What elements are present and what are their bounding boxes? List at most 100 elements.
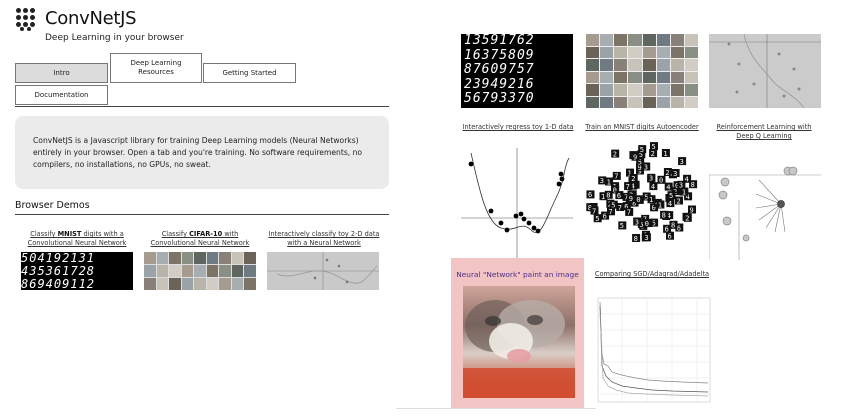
toy2d-thumbnail[interactable]: [267, 252, 379, 290]
cifar-tile: [642, 46, 656, 58]
reinforcement-learning-plot[interactable]: [709, 150, 821, 260]
cifar-tile: [600, 34, 614, 46]
painting-demo-link[interactable]: Neural "Network" paint an image: [451, 270, 584, 279]
cifar-tile: [670, 46, 684, 58]
cifar-tile: [642, 34, 656, 46]
cifar-tile: [684, 71, 698, 83]
cifar-tile: [231, 265, 244, 277]
tab-getting-started[interactable]: Getting Started: [203, 63, 296, 83]
demo-gallery: 13591762 16375809 87609757 23949216 5679…: [396, 0, 844, 418]
demo-link-cifar10[interactable]: Classify CIFAR-10 with Convolutional Neu…: [140, 230, 260, 248]
digit-glyph: 3: [600, 177, 604, 185]
cifar-tile: [586, 59, 600, 71]
cifar-tile: [614, 71, 628, 83]
cifar-tile: [614, 84, 628, 96]
demo-link-compare-optimizers[interactable]: Comparing SGD/Adagrad/Adadelta: [592, 270, 712, 279]
cifar-tile: [231, 252, 244, 264]
digit-glyph: 2: [685, 215, 689, 223]
cifar-tile: [169, 252, 181, 264]
tab-documentation[interactable]: Documentation: [15, 85, 108, 105]
cifar-gallery-thumbnail[interactable]: [586, 34, 698, 108]
cifar-tile: [656, 46, 670, 58]
cifar-tile: [628, 59, 642, 71]
cifar-tile: [244, 265, 256, 277]
digit-glyph: 5: [640, 146, 644, 154]
cifar-tile: [628, 46, 642, 58]
cifar-tile: [656, 59, 670, 71]
intro-text: ConvNetJS is a Javascript library for tr…: [33, 136, 363, 169]
cifar-tile: [642, 96, 656, 108]
cifar-thumbnail[interactable]: [144, 252, 256, 290]
convnetjs-logo-icon: [16, 8, 40, 32]
digit-glyph: 7: [627, 209, 631, 217]
digit-glyph: 2: [631, 175, 635, 183]
digit-glyph: 5: [620, 222, 624, 230]
toy2d-gallery-plot: [709, 34, 821, 108]
digit-glyph: 0: [645, 220, 649, 228]
cifar-tile: [600, 59, 614, 71]
regression-plot[interactable]: [461, 148, 573, 258]
cifar-tile: [656, 84, 670, 96]
digit-glyph: 3: [679, 182, 683, 190]
cifar-tile: [586, 46, 600, 58]
digit-glyph: 2: [677, 197, 681, 205]
tab-label: Getting Started: [222, 68, 277, 77]
painting-demo-card[interactable]: Neural "Network" paint an image: [451, 258, 584, 408]
cifar-tile: [244, 252, 256, 264]
tab-intro[interactable]: Intro: [15, 63, 108, 83]
demo-link-reinforcement-learning[interactable]: Reinforcement Learning with Deep Q Learn…: [708, 123, 820, 141]
digit-glyph: 3: [649, 175, 653, 183]
digit-glyph: 1: [663, 150, 667, 158]
cifar-tile: [231, 278, 244, 290]
cifar-tile: [144, 252, 156, 264]
digit-row: 13591762: [464, 34, 535, 48]
mnist-thumbnail[interactable]: 504192131 435361728 869409112: [21, 252, 133, 290]
digit-glyph: 2: [613, 150, 617, 158]
cifar-tile: [156, 265, 169, 277]
cifar-tile: [181, 252, 194, 264]
tab-label: Documentation: [34, 90, 89, 99]
cifar-tile: [169, 278, 181, 290]
toy2d-gallery-thumbnail[interactable]: [709, 34, 821, 108]
autoencoder-embedding-plot[interactable]: 1557411995121322720648218853695957062051…: [581, 134, 703, 254]
cifar-tile: [586, 34, 600, 46]
cifar-tile: [656, 71, 670, 83]
digit-glyph: 9: [629, 195, 633, 203]
demo-link-autoencoder[interactable]: Train an MNIST digits Autoencoder: [582, 123, 702, 132]
cifar-tile: [219, 278, 231, 290]
cifar-tile: [628, 84, 642, 96]
digit-glyph: 1: [601, 193, 605, 201]
digit-glyph: 4: [666, 183, 670, 191]
cifar-tile: [642, 71, 656, 83]
tab-deep-learning-resources[interactable]: Deep Learning Resources: [110, 53, 202, 83]
digit-glyph: 8: [606, 192, 610, 200]
main-page: ConvNetJS Deep Learning in your browser …: [0, 0, 396, 418]
cifar-tile: [219, 252, 231, 264]
demo-link-toy2d[interactable]: Interactively classify toy 2-D data with…: [264, 230, 384, 248]
cifar-tile: [670, 84, 684, 96]
digit-glyph: 8: [634, 235, 638, 243]
digit-row: 56793370: [464, 91, 535, 106]
cifar-tile: [684, 59, 698, 71]
cifar-tile: [656, 96, 670, 108]
cifar-tile: [642, 84, 656, 96]
intro-panel: ConvNetJS is a Javascript library for tr…: [15, 116, 389, 189]
demo-link-mnist[interactable]: Classify MNIST digits with a Convolution…: [20, 230, 134, 248]
cifar-tile: [628, 71, 642, 83]
demo-link-regress[interactable]: Interactively regress toy 1-D data: [458, 123, 578, 132]
cifar-tile: [181, 265, 194, 277]
mnist-gallery-thumbnail[interactable]: 13591762 16375809 87609757 23949216 5679…: [461, 34, 573, 108]
digit-glyph: 3: [644, 163, 648, 171]
cifar-tile: [194, 265, 206, 277]
digit-glyph: 7: [618, 204, 622, 212]
demos-divider: [15, 214, 389, 215]
digit-glyph: 3: [673, 170, 677, 178]
cifar-tile: [194, 278, 206, 290]
digit-glyph: 4: [651, 183, 655, 191]
digit-glyph: 6: [668, 233, 672, 241]
tabs-divider: [15, 106, 389, 107]
cifar-tile: [670, 34, 684, 46]
cifar-tile: [219, 265, 231, 277]
optimizer-comparison-plot[interactable]: [592, 294, 714, 408]
cifar-tile: [656, 34, 670, 46]
